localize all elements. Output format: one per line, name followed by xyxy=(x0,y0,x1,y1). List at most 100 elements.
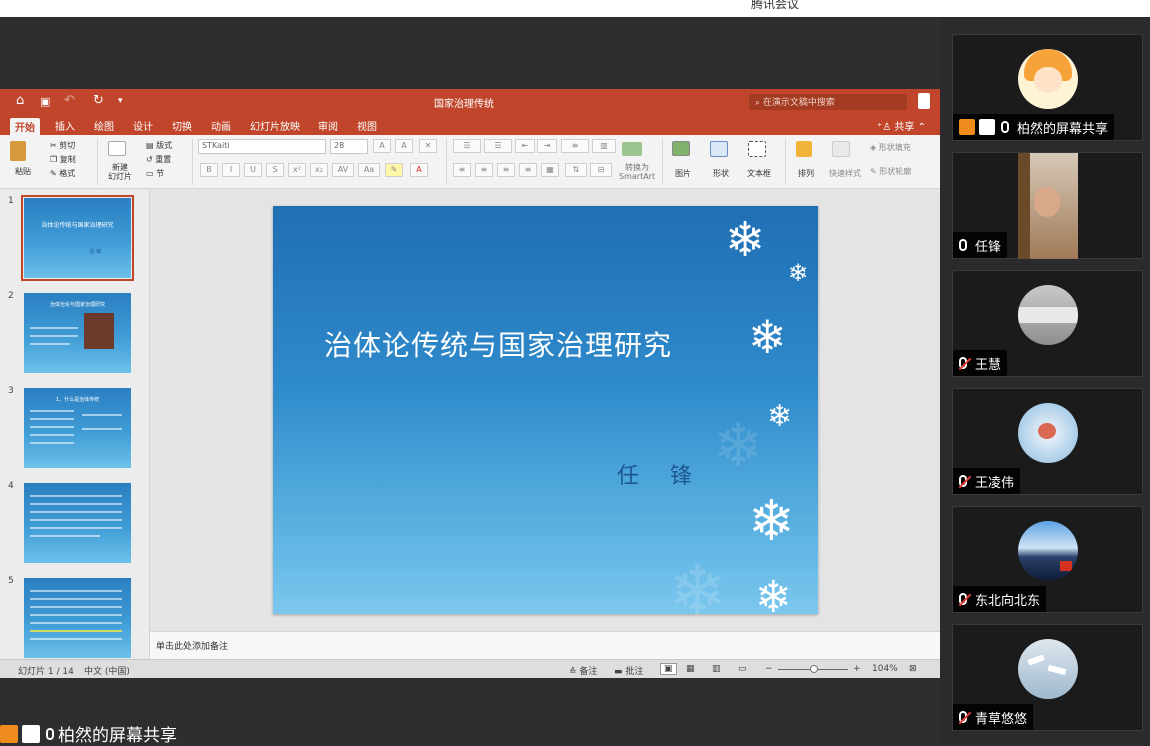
shape-icon[interactable] xyxy=(710,141,728,157)
slide-thumbnail-2[interactable]: 治体治论与国家治理研究 xyxy=(24,293,131,373)
picture-button[interactable]: 图片 xyxy=(675,168,691,179)
tab-home[interactable]: 开始 xyxy=(10,118,40,135)
decrease-font-button[interactable]: A xyxy=(395,139,413,153)
char-spacing-button[interactable]: AV xyxy=(332,163,354,177)
new-slide-icon[interactable] xyxy=(108,141,126,156)
quick-styles-icon[interactable] xyxy=(832,141,850,157)
font-name-select[interactable]: STKaiti xyxy=(198,139,326,154)
slide-thumbnail-5[interactable] xyxy=(24,578,131,658)
copy-button[interactable]: ❐ 复制 xyxy=(50,154,76,165)
participant-tile[interactable]: 青草悠悠 xyxy=(952,624,1143,731)
normal-view-icon[interactable]: ▣ xyxy=(660,663,677,675)
arrange-icon[interactable] xyxy=(796,141,812,157)
paste-icon[interactable] xyxy=(10,141,26,161)
align-text-icon[interactable]: ⊟ xyxy=(590,163,612,177)
shape-fill-button[interactable]: ◈ 形状填充 xyxy=(870,142,911,153)
reading-view-icon[interactable]: ▥ xyxy=(712,664,721,674)
reset-button[interactable]: ↺ 重置 xyxy=(146,154,171,165)
notes-toggle[interactable]: ≙ 备注 xyxy=(569,664,597,677)
smartart-icon[interactable] xyxy=(622,142,642,156)
tab-view[interactable]: 视图 xyxy=(357,118,377,133)
paste-button[interactable]: 粘贴 xyxy=(15,166,31,177)
decrease-indent-icon[interactable]: ⇤ xyxy=(515,139,535,153)
tab-draw[interactable]: 绘图 xyxy=(94,118,114,133)
customize-toolbar-icon[interactable]: ▾ xyxy=(118,96,123,106)
text-direction-icon[interactable]: ⇅ xyxy=(565,163,587,177)
slide-sorter-icon[interactable]: ▦ xyxy=(686,664,695,674)
account-icon[interactable] xyxy=(918,93,930,109)
cut-button[interactable]: ✂ 剪切 xyxy=(50,140,75,151)
participant-tile[interactable]: 王凌伟 xyxy=(952,388,1143,495)
increase-indent-icon[interactable]: ⇥ xyxy=(537,139,557,153)
zoom-out-icon[interactable]: − xyxy=(765,664,773,674)
change-case-button[interactable]: Aa xyxy=(358,163,380,177)
participant-tile[interactable]: 任锋 xyxy=(952,152,1143,259)
search-input[interactable]: ⌕ 在演示文稿中搜索 xyxy=(749,94,907,110)
slide-thumbnail-4[interactable] xyxy=(24,483,131,563)
numbering-icon[interactable]: ☰ xyxy=(484,139,512,153)
brush-icon: ✎ xyxy=(50,169,60,178)
slideshow-icon[interactable]: ▭ xyxy=(738,664,747,674)
distribute-icon[interactable]: ▦ xyxy=(541,163,559,177)
snowflake-icon: ❄ xyxy=(755,572,792,615)
current-slide[interactable]: ❄ ❄ ❄ ❄ ❄ ❄ ❄ ❄ 治体论传统与国家治理研究 任 锋 xyxy=(273,206,818,614)
font-size-select[interactable]: 28 xyxy=(330,139,368,154)
participant-tile[interactable]: 王慧 xyxy=(952,270,1143,377)
zoom-slider-handle[interactable] xyxy=(810,665,818,673)
tab-review[interactable]: 审阅 xyxy=(318,118,338,133)
slide-thumbnail-3[interactable]: 1、什么是治体传统 xyxy=(24,388,131,468)
participant-tile[interactable]: 东北向北东 xyxy=(952,506,1143,613)
italic-button[interactable]: I xyxy=(222,163,240,177)
undo-icon[interactable]: ↶ xyxy=(64,93,75,108)
highlight-icon[interactable]: ✎ xyxy=(385,163,403,177)
zoom-level[interactable]: 104% xyxy=(872,664,898,674)
layout-button[interactable]: ▤ 版式 xyxy=(146,140,172,151)
bullets-icon[interactable]: ☰ xyxy=(453,139,481,153)
fit-slide-icon[interactable]: ⊠ xyxy=(909,664,917,674)
tab-design[interactable]: 设计 xyxy=(133,118,153,133)
picture-icon[interactable] xyxy=(672,141,690,156)
shape-outline-button[interactable]: ✎ 形状轮廓 xyxy=(870,166,911,177)
slide-thumbnail-1[interactable]: 治体论传统与国家治理研究 任 锋 xyxy=(21,195,134,281)
convert-smartart-button[interactable]: 转换为 SmartArt xyxy=(619,163,655,181)
tab-animations[interactable]: 动画 xyxy=(211,118,231,133)
participant-tile[interactable]: 柏然的屏幕共享 xyxy=(952,34,1143,141)
comments-toggle[interactable]: ▬ 批注 xyxy=(614,664,643,677)
shape-button[interactable]: 形状 xyxy=(713,168,729,179)
textbox-button[interactable]: 文本框 xyxy=(747,168,771,179)
align-right-icon[interactable]: ≡ xyxy=(497,163,515,177)
tab-transitions[interactable]: 切换 xyxy=(172,118,192,133)
quick-styles-button[interactable]: 快速样式 xyxy=(829,168,861,179)
tab-insert[interactable]: 插入 xyxy=(55,118,75,133)
columns-icon[interactable]: ▥ xyxy=(592,139,616,153)
zoom-in-icon[interactable]: + xyxy=(853,664,861,674)
underline-button[interactable]: U xyxy=(244,163,262,177)
save-icon[interactable]: ▣ xyxy=(40,95,50,108)
redo-icon[interactable]: ↻ xyxy=(93,93,104,108)
justify-icon[interactable]: ≡ xyxy=(519,163,537,177)
tab-slideshow[interactable]: 幻灯片放映 xyxy=(250,118,300,133)
slide-title[interactable]: 治体论传统与国家治理研究 xyxy=(324,324,672,364)
align-left-icon[interactable]: ≡ xyxy=(453,163,471,177)
home-icon[interactable]: ⌂ xyxy=(16,93,24,108)
font-color-icon[interactable]: A xyxy=(410,163,428,177)
format-painter-button[interactable]: ✎ 格式 xyxy=(50,168,75,179)
host-icon xyxy=(959,119,975,135)
language-indicator[interactable]: 中文 (中国) xyxy=(84,664,130,677)
thumb-author: 任 锋 xyxy=(89,249,102,255)
bold-button[interactable]: B xyxy=(200,163,218,177)
slide-author[interactable]: 任 锋 xyxy=(617,458,704,490)
section-button[interactable]: ▭ 节 xyxy=(146,168,164,179)
subscript-button[interactable]: x₂ xyxy=(310,163,328,177)
superscript-button[interactable]: x² xyxy=(288,163,306,177)
notes-pane[interactable]: 单击此处添加备注 xyxy=(150,631,940,659)
align-center-icon[interactable]: ≡ xyxy=(475,163,493,177)
increase-font-button[interactable]: A xyxy=(373,139,391,153)
share-button[interactable]: ⁺♙ 共享 ⌃ xyxy=(877,118,926,133)
arrange-button[interactable]: 排列 xyxy=(798,168,814,179)
clear-format-icon[interactable]: ✕ xyxy=(419,139,437,153)
textbox-icon[interactable] xyxy=(748,141,766,157)
strikethrough-button[interactable]: S xyxy=(266,163,284,177)
new-slide-button[interactable]: 新建 幻灯片 xyxy=(108,163,132,181)
line-spacing-icon[interactable]: ≡ xyxy=(561,139,589,153)
